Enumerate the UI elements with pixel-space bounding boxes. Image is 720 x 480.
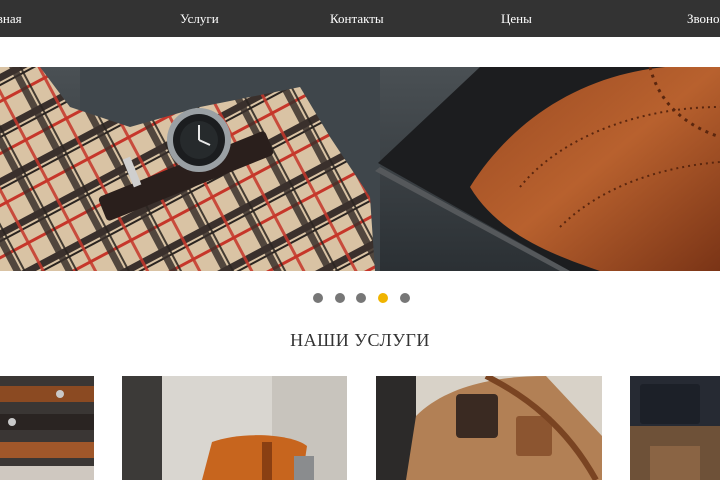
page: Главная Услуги Контакты Цены Звонок: [0, 0, 720, 480]
service-card-2[interactable]: [122, 376, 347, 480]
service-card-1[interactable]: [0, 376, 94, 480]
hero-slider-image[interactable]: [0, 67, 720, 271]
slider-dot-3[interactable]: [356, 293, 366, 303]
slider-dot-4-active[interactable]: [378, 293, 388, 303]
nav-link-services[interactable]: Услуги: [180, 0, 219, 37]
slider-dot-5[interactable]: [400, 293, 410, 303]
nav-link-prices[interactable]: Цены: [501, 0, 532, 37]
top-navigation-bar: Главная Услуги Контакты Цены Звонок: [0, 0, 720, 37]
nav-link-call[interactable]: Звонок: [687, 0, 720, 37]
slider-dot-2[interactable]: [335, 293, 345, 303]
service-card-3[interactable]: [376, 376, 602, 480]
nav-link-contacts[interactable]: Контакты: [330, 0, 384, 37]
slider-dot-1[interactable]: [313, 293, 323, 303]
nav-link-home[interactable]: Главная: [0, 0, 22, 37]
services-section-title: НАШИ УСЛУГИ: [290, 330, 430, 350]
service-card-4[interactable]: [630, 376, 720, 480]
